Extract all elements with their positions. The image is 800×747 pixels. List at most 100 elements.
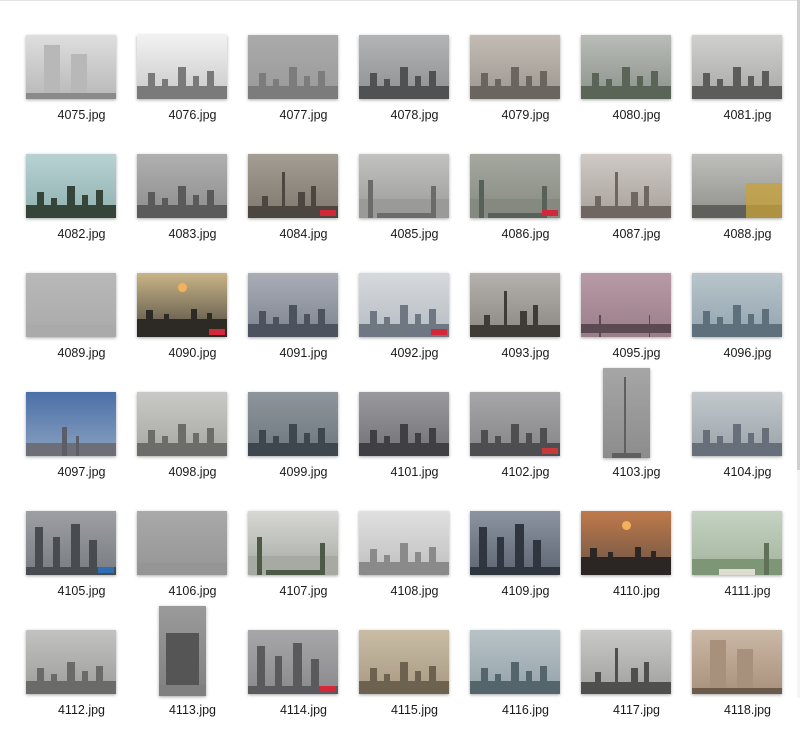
photo-shape [540,665,548,694]
image-thumbnail [470,511,560,575]
file-item[interactable]: 4097.jpg [26,390,137,509]
file-item[interactable]: 4075.jpg [26,33,137,152]
file-name-label: 4107.jpg [279,584,328,598]
file-item[interactable]: 4083.jpg [137,152,248,271]
photo-shape [384,673,390,694]
file-name-label: 4091.jpg [279,346,328,360]
photo-shape [318,427,326,456]
file-item[interactable]: 4085.jpg [359,152,470,271]
photo-shape [369,430,377,456]
file-item[interactable]: 4107.jpg [248,509,359,628]
image-thumbnail [137,273,227,337]
photo-shape [384,435,390,456]
file-item[interactable]: 4109.jpg [470,509,581,628]
image-thumbnail [248,273,338,337]
photo-shape [177,186,186,218]
photo-shape [764,543,770,575]
file-item[interactable]: 4081.jpg [692,33,800,152]
file-item[interactable]: 4116.jpg [470,628,581,747]
photo-shape [762,427,770,456]
photo-shape [288,424,297,456]
file-name-label: 4076.jpg [168,108,217,122]
file-item[interactable]: 4112.jpg [26,628,137,747]
file-name-label: 4114.jpg [279,703,328,717]
file-item[interactable]: 4114.jpg [248,628,359,747]
file-item[interactable]: 4078.jpg [359,33,470,152]
file-item[interactable]: 4082.jpg [26,152,137,271]
photo-shape [288,67,297,99]
photo-shape [636,75,644,99]
image-thumbnail [581,273,671,337]
image-thumbnail [137,392,227,456]
photo-shape [257,536,263,575]
photo-shape [525,432,533,456]
file-item[interactable]: 4088.jpg [692,152,800,271]
photo-shape [702,73,710,99]
file-item[interactable]: 4099.jpg [248,390,359,509]
file-item[interactable]: 4104.jpg [692,390,800,509]
photo-shape [192,75,200,99]
image-thumbnail [603,368,650,458]
file-item[interactable]: 4098.jpg [137,390,248,509]
file-item[interactable]: 4105.jpg [26,509,137,628]
file-item[interactable]: 4115.jpg [359,628,470,747]
file-item[interactable]: 4084.jpg [248,152,359,271]
file-item[interactable]: 4117.jpg [581,628,692,747]
photo-sky [603,368,650,458]
file-item[interactable]: 4102.jpg [470,390,581,509]
photo-shape [191,308,198,337]
photo-shape [44,44,61,99]
file-item[interactable]: 4092.jpg [359,271,470,390]
file-name-label: 4115.jpg [390,703,439,717]
photo-shape [282,171,285,218]
photo-shape [747,432,755,456]
photo-shape [311,186,317,218]
photo-shape [692,687,782,694]
image-thumbnail [248,154,338,218]
photo-shape [162,197,168,218]
photo-shape [590,548,598,575]
image-thumbnail [692,511,782,575]
file-item[interactable]: 4086.jpg [470,152,581,271]
file-item[interactable]: 4118.jpg [692,628,800,747]
file-item[interactable]: 4113.jpg [137,606,248,747]
photo-shape [62,427,67,456]
file-item[interactable]: 4101.jpg [359,390,470,509]
photo-shape [297,192,305,218]
image-thumbnail [26,35,116,99]
file-item[interactable]: 4076.jpg [137,33,248,152]
photo-shape [732,305,741,337]
photo-shape [96,189,104,218]
file-name-label: 4092.jpg [390,346,439,360]
file-item[interactable]: 4103.jpg [581,368,692,509]
file-item[interactable]: 4079.jpg [470,33,581,152]
image-thumbnail [26,511,116,575]
image-thumbnail [26,273,116,337]
image-thumbnail [248,35,338,99]
file-item[interactable]: 4089.jpg [26,271,137,390]
photo-shape [717,78,723,99]
file-item[interactable]: 4108.jpg [359,509,470,628]
photo-shape [414,75,422,99]
photo-shape [702,430,710,456]
file-item[interactable]: 4077.jpg [248,33,359,152]
photo-shape [162,78,168,99]
file-item[interactable]: 4096.jpg [692,271,800,390]
image-thumbnail [137,511,227,575]
file-item[interactable]: 4090.jpg [137,271,248,390]
file-item[interactable]: 4110.jpg [581,509,692,628]
file-item[interactable]: 4111.jpg [692,509,800,628]
photo-shape [644,186,650,218]
photo-shape [384,554,390,575]
file-item[interactable]: 4087.jpg [581,152,692,271]
file-item[interactable]: 4093.jpg [470,271,581,390]
photo-shape [429,427,437,456]
photo-shape [519,311,527,337]
photo-shape [719,568,755,575]
file-name-label: 4084.jpg [279,227,328,241]
file-item[interactable]: 4080.jpg [581,33,692,152]
photo-shape [369,549,377,575]
watermark-logo [209,329,225,335]
photo-sun [621,520,631,530]
file-item[interactable]: 4091.jpg [248,271,359,390]
